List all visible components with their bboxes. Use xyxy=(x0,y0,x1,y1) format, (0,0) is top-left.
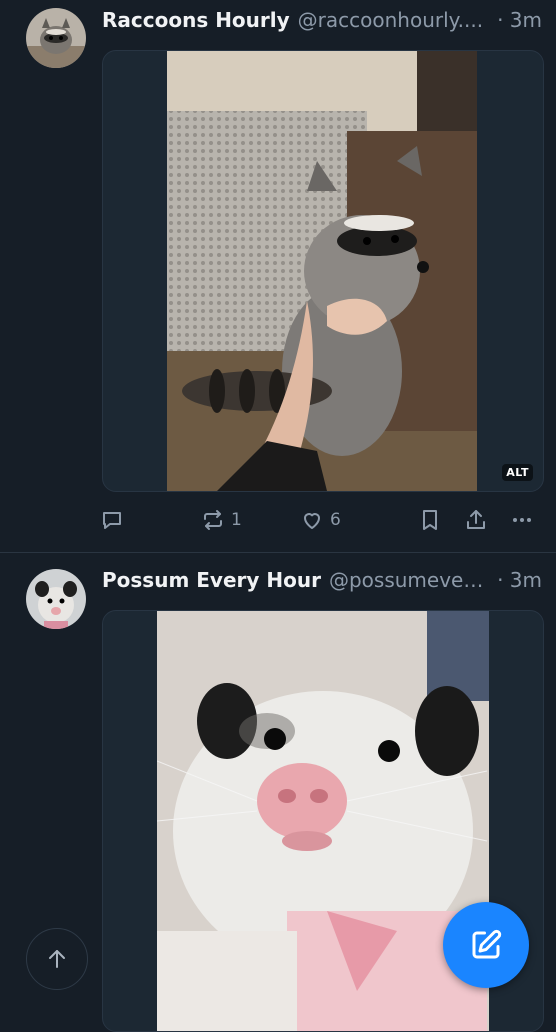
repost-icon xyxy=(204,510,222,530)
post-image[interactable]: ALT xyxy=(102,50,544,492)
share-button[interactable] xyxy=(464,504,488,536)
display-name[interactable]: Possum Every Hour xyxy=(102,568,321,592)
handle[interactable]: @possumevery... xyxy=(329,568,491,592)
display-name[interactable]: Raccoons Hourly xyxy=(102,8,290,32)
arrow-up-icon xyxy=(49,950,65,968)
alt-text-badge[interactable]: ALT xyxy=(502,464,533,481)
raccoon-photo xyxy=(167,51,477,491)
repost-count: 1 xyxy=(231,510,242,530)
bookmark-icon xyxy=(423,510,437,530)
heart-icon xyxy=(304,513,320,529)
possum-photo xyxy=(157,611,489,1031)
post-header: Possum Every Hour @possumevery... · 3m xyxy=(102,566,542,594)
avatar[interactable] xyxy=(26,8,86,68)
post-actions: 1 6 xyxy=(100,504,542,536)
more-icon xyxy=(513,518,531,522)
like-button[interactable]: 6 xyxy=(300,504,341,536)
reply-icon xyxy=(103,512,121,529)
post-raccoons-hourly[interactable]: Raccoons Hourly @raccoonhourly.... · 3m xyxy=(0,0,556,552)
reply-button[interactable] xyxy=(100,504,124,536)
handle[interactable]: @raccoonhourly.... xyxy=(298,8,491,32)
more-options-button[interactable] xyxy=(510,504,534,536)
compose-icon xyxy=(472,929,502,959)
post-header: Raccoons Hourly @raccoonhourly.... · 3m xyxy=(102,6,542,34)
share-icon xyxy=(467,510,485,529)
repost-button[interactable]: 1 xyxy=(201,504,242,536)
timestamp[interactable]: · 3m xyxy=(497,8,542,32)
avatar[interactable] xyxy=(26,569,86,629)
like-count: 6 xyxy=(330,510,341,530)
bookmark-button[interactable] xyxy=(418,504,442,536)
scroll-to-top-button[interactable] xyxy=(26,928,88,990)
timestamp[interactable]: · 3m xyxy=(497,568,542,592)
compose-button[interactable] xyxy=(443,902,529,988)
